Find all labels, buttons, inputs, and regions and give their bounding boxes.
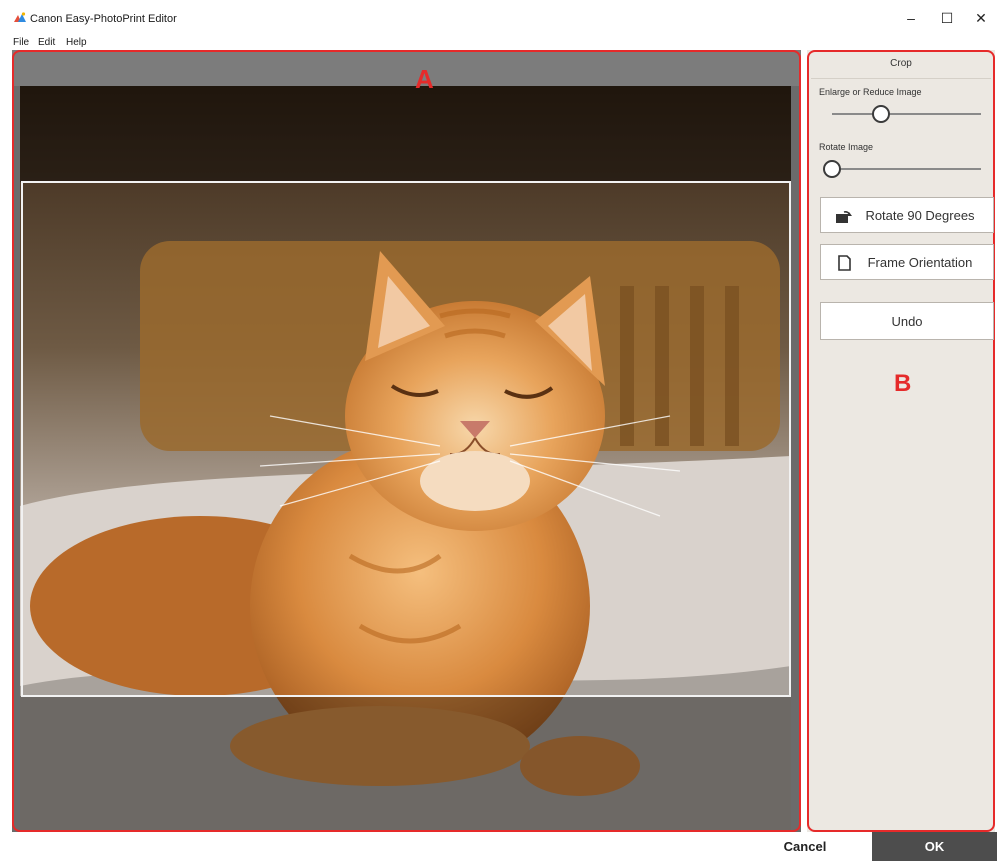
- ok-button[interactable]: OK: [872, 832, 997, 861]
- menu-help[interactable]: Help: [66, 37, 87, 48]
- rotate-image-icon: [836, 211, 852, 223]
- enlarge-slider-label: Enlarge or Reduce Image: [819, 87, 922, 97]
- rotate-slider-label: Rotate Image: [819, 142, 874, 152]
- frame-orientation-label: Frame Orientation: [867, 254, 973, 270]
- rotate-slider-track[interactable]: [832, 168, 981, 170]
- rotate-90-button[interactable]: Rotate 90 Degrees: [820, 197, 994, 233]
- annotation-label-b: B: [894, 370, 912, 397]
- image-edit-area[interactable]: A: [12, 50, 801, 832]
- close-button[interactable]: ✕: [963, 6, 997, 30]
- enlarge-slider-track[interactable]: [832, 113, 981, 115]
- menu-edit[interactable]: Edit: [38, 37, 55, 48]
- menu-bar: File Edit Help: [0, 34, 997, 50]
- rotate-90-label: Rotate 90 Degrees: [865, 207, 975, 223]
- app-logo-icon: [14, 12, 26, 22]
- enlarge-slider-thumb[interactable]: [872, 105, 891, 123]
- page-icon: [838, 255, 851, 271]
- cat-photo[interactable]: [20, 86, 791, 832]
- minimize-button[interactable]: –: [893, 6, 929, 30]
- canvas-top-band: [12, 50, 801, 86]
- rotate-slider-thumb[interactable]: [823, 160, 841, 178]
- menu-file[interactable]: File: [13, 37, 29, 48]
- crop-divider: [811, 78, 991, 79]
- cancel-button[interactable]: Cancel: [738, 832, 872, 861]
- crop-title: Crop: [890, 58, 912, 69]
- title-bar: Canon Easy-PhotoPrint Editor – ☐ ✕: [0, 0, 997, 34]
- crop-panel: Crop Enlarge or Reduce Image Rotate Imag…: [807, 50, 995, 832]
- undo-button[interactable]: Undo: [820, 302, 994, 340]
- frame-orientation-button[interactable]: Frame Orientation: [820, 244, 994, 280]
- annotation-label-a: A: [415, 64, 434, 94]
- window-title: Canon Easy-PhotoPrint Editor: [30, 13, 177, 25]
- maximize-button[interactable]: ☐: [929, 6, 965, 30]
